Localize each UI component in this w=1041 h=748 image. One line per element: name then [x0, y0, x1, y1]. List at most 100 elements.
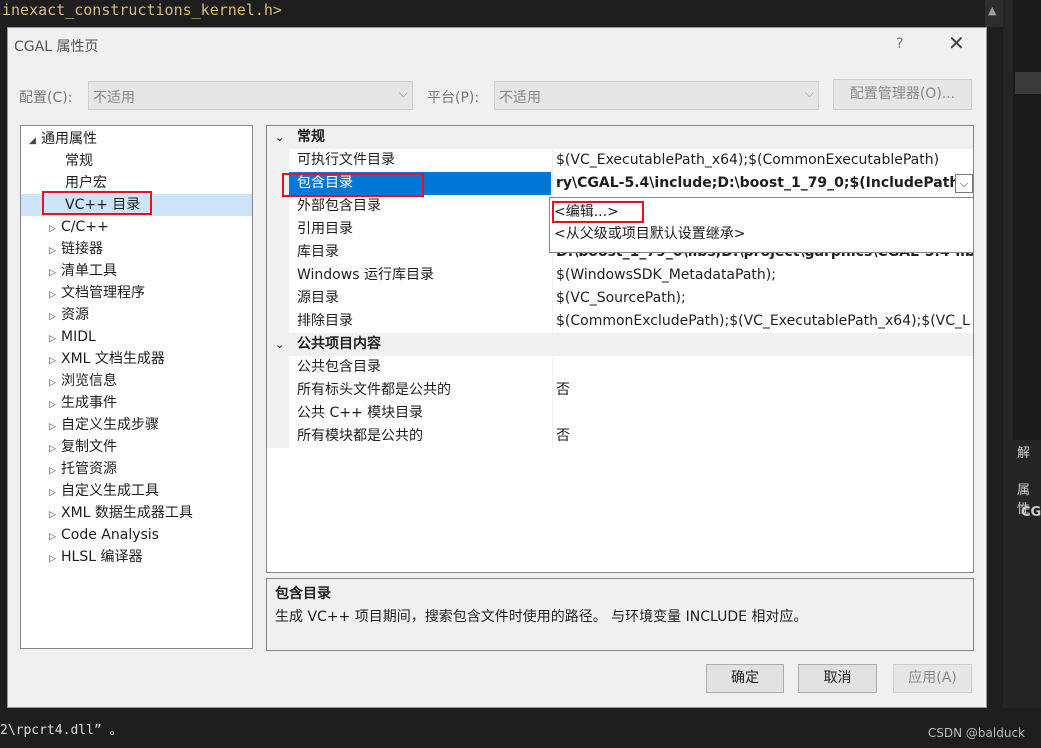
property-value[interactable] [552, 402, 973, 425]
tree-item[interactable]: ▷ 复制文件 [21, 436, 117, 458]
grid-row[interactable]: 所有标头文件都是公共的否 [267, 379, 973, 402]
editor-tab-title[interactable]: inexact_constructions_kernel.h> [2, 0, 282, 20]
console-line: 2\rpcrt4.dll” 。 [0, 723, 123, 738]
tree-item[interactable]: ▷ 链接器 [21, 238, 103, 260]
close-icon[interactable]: ✕ [948, 33, 965, 53]
grid-row[interactable]: 所有模块都是公共的否 [267, 425, 973, 448]
property-value[interactable]: $(VC_ExecutablePath_x64);$(CommonExecuta… [552, 149, 973, 172]
property-name[interactable]: 公共包含目录 [289, 356, 551, 379]
tree-item[interactable]: 常规 [21, 150, 93, 172]
tree-item[interactable]: ▷ MIDL [21, 326, 96, 348]
tree-item-label: 自定义生成工具 [61, 483, 159, 499]
property-name[interactable]: 所有模块都是公共的 [289, 425, 551, 448]
property-value[interactable] [552, 356, 973, 379]
tree-item-label: 链接器 [61, 241, 103, 257]
grid-row[interactable]: 公共包含目录 [267, 356, 973, 379]
description-panel: 包含目录 生成 VC++ 项目期间，搜索包含文件时使用的路径。 与环境变量 IN… [266, 578, 974, 651]
property-value[interactable]: $(VC_SourcePath); [552, 287, 973, 310]
collapsed-triangle-icon[interactable]: ▷ [49, 460, 61, 482]
grid-row[interactable]: 排除目录 $(CommonExcludePath);$(VC_Executable… [267, 310, 973, 333]
tree-item-label: HLSL 编译器 [61, 549, 143, 565]
ok-button[interactable]: 确定 [706, 664, 784, 693]
tree-item[interactable]: ▷ Code Analysis [21, 524, 159, 546]
tree-item[interactable]: ▷ 浏览信息 [21, 370, 117, 392]
grid-category[interactable]: ⌄ 公共项目内容 [267, 333, 973, 356]
panel-strip [1013, 0, 1041, 440]
tree-item[interactable]: ▷ 自定义生成步骤 [21, 414, 159, 436]
grid-row[interactable]: 公共 C++ 模块目录 [267, 402, 973, 425]
property-value[interactable]: 否 [552, 425, 973, 448]
tree-item[interactable]: ▷ 文档管理程序 [21, 282, 145, 304]
collapsed-triangle-icon[interactable]: ▷ [49, 504, 61, 526]
cancel-button[interactable]: 取消 [798, 664, 877, 693]
collapsed-triangle-icon[interactable]: ▷ [49, 438, 61, 460]
tree-item[interactable]: ▷ 清单工具 [21, 260, 117, 282]
grid-gutter [267, 149, 289, 172]
tree-item[interactable]: ▷ XML 数据生成器工具 [21, 502, 193, 524]
property-value[interactable]: ry\CGAL-5.4\include;D:\boost_1_79_0;$(In… [552, 172, 955, 195]
collapsed-triangle-icon[interactable]: ▷ [49, 350, 61, 372]
collapsed-triangle-icon[interactable]: ▷ [49, 240, 61, 262]
collapsed-triangle-icon[interactable]: ▷ [49, 394, 61, 416]
platform-select[interactable]: 不适用 ⌵ [494, 81, 819, 110]
platform-value: 不适用 [499, 90, 541, 106]
grid-row[interactable]: Windows 运行库目录 $(WindowsSDK_MetadataPath); [267, 264, 973, 287]
grid-row[interactable]: 可执行文件目录 $(VC_ExecutablePath_x64);$(Common… [267, 149, 973, 172]
grid-gutter [267, 425, 289, 448]
tree-item-label: XML 文档生成器 [61, 351, 165, 367]
property-name[interactable]: 库目录 [289, 241, 551, 264]
chevron-down-icon[interactable]: ⌵ [955, 174, 973, 193]
output-console: 2\rpcrt4.dll” 。 CSDN @balduck [0, 708, 1041, 748]
collapsed-triangle-icon[interactable]: ▷ [49, 328, 61, 350]
grid-row[interactable]: 源目录 $(VC_SourcePath); [267, 287, 973, 310]
collapsed-triangle-icon[interactable]: ▷ [49, 526, 61, 548]
tree-item-label: XML 数据生成器工具 [61, 505, 193, 521]
solution-explorer-label[interactable]: 解 [1017, 442, 1030, 461]
tree-item[interactable]: ▷ 生成事件 [21, 392, 117, 414]
chevron-down-icon[interactable]: ⌄ [275, 126, 284, 149]
tree-item[interactable]: ▷ XML 文档生成器 [21, 348, 165, 370]
property-name[interactable]: Windows 运行库目录 [289, 264, 551, 287]
grid-category-title: 常规 [297, 129, 325, 145]
collapsed-triangle-icon[interactable]: ▷ [49, 284, 61, 306]
chevron-down-icon[interactable]: ⌄ [275, 333, 284, 356]
collapsed-triangle-icon[interactable]: ▷ [49, 548, 61, 570]
collapsed-triangle-icon[interactable]: ▷ [49, 372, 61, 394]
grid-category[interactable]: ⌄ 常规 [267, 126, 973, 149]
tree-item[interactable]: ▷ 资源 [21, 304, 89, 326]
config-manager-button[interactable]: 配置管理器(O)... [833, 79, 972, 110]
tree-root-label: 通用属性 [41, 131, 97, 147]
scroll-up-icon[interactable]: ▲ [988, 4, 996, 17]
config-label: 配置(C): [19, 90, 73, 106]
collapsed-triangle-icon[interactable]: ▷ [49, 306, 61, 328]
dropdown-item-inherit[interactable]: <从父级或项目默认设置继承> [554, 223, 745, 245]
help-icon[interactable]: ? [896, 36, 903, 52]
collapsed-triangle-icon[interactable]: ▷ [49, 482, 61, 504]
grid-gutter [267, 356, 289, 379]
property-name[interactable]: 外部包含目录 [289, 195, 551, 218]
tree-root[interactable]: ◢ 通用属性 [29, 128, 97, 150]
tree-item-label: 常规 [65, 153, 93, 169]
grid-gutter [267, 264, 289, 287]
property-name[interactable]: 引用目录 [289, 218, 551, 241]
collapsed-triangle-icon[interactable]: ▷ [49, 262, 61, 284]
tree-item[interactable]: ▷ C/C++ [21, 216, 109, 238]
tree-item[interactable]: ▷ 托管资源 [21, 458, 117, 480]
tree-item[interactable]: ▷ HLSL 编译器 [21, 546, 142, 568]
property-value[interactable]: 否 [552, 379, 973, 402]
tree-item[interactable]: ▷ 自定义生成工具 [21, 480, 159, 502]
config-select[interactable]: 不适用 ⌵ [88, 81, 413, 110]
property-name[interactable]: 源目录 [289, 287, 551, 310]
property-pages-dialog: CGAL 属性页 ? ✕ 配置(C): 不适用 ⌵ 平台(P): 不适用 ⌵ 配… [7, 27, 987, 708]
expanded-triangle-icon[interactable]: ◢ [29, 130, 41, 152]
collapsed-triangle-icon[interactable]: ▷ [49, 218, 61, 240]
property-name[interactable]: 排除目录 [289, 310, 551, 333]
property-name[interactable]: 公共 C++ 模块目录 [289, 402, 551, 425]
property-name[interactable]: 所有标头文件都是公共的 [289, 379, 551, 402]
property-name[interactable]: 可执行文件目录 [289, 149, 551, 172]
property-value[interactable]: $(CommonExcludePath);$(VC_ExecutablePath… [552, 310, 973, 333]
apply-button[interactable]: 应用(A) [893, 664, 972, 693]
tree-item-label: 文档管理程序 [61, 285, 145, 301]
collapsed-triangle-icon[interactable]: ▷ [49, 416, 61, 438]
property-value[interactable]: $(WindowsSDK_MetadataPath); [552, 264, 973, 287]
